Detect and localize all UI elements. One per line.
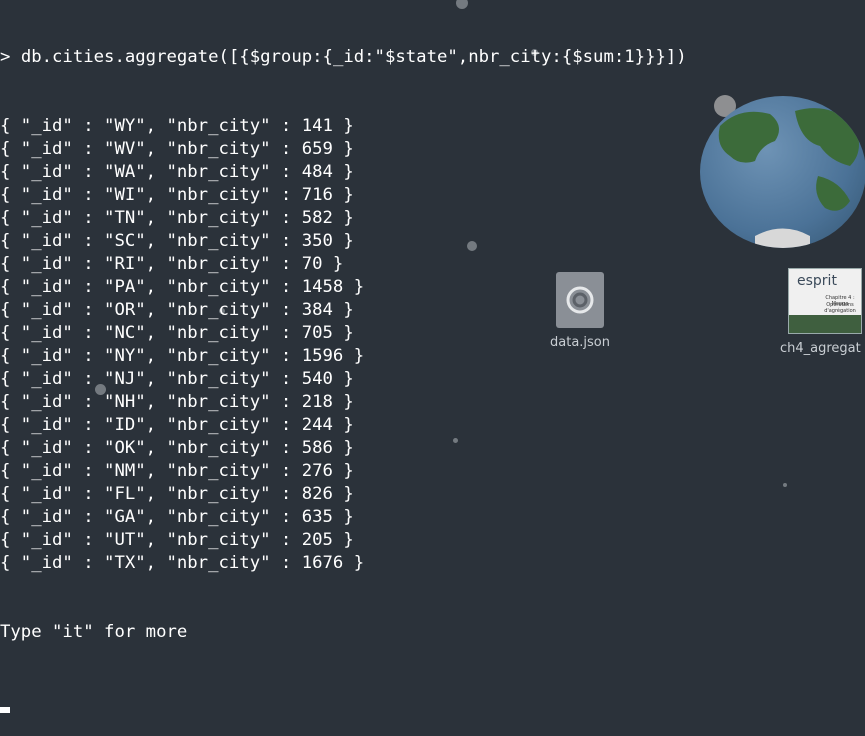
result-text: { "_id" : "NH", "nbr_city" : 218 } <box>0 392 354 412</box>
result-text: { "_id" : "TN", "nbr_city" : 582 } <box>0 208 354 228</box>
result-text: { "_id" : "NY", "nbr_city" : 1596 } <box>0 346 365 366</box>
result-text: { "_id" : "OK", "nbr_city" : 586 } <box>0 438 354 458</box>
result-row: { "_id" : "RI", "nbr_city" : 70 } <box>0 253 865 276</box>
result-row: { "_id" : "TX", "nbr_city" : 1676 } <box>0 552 865 575</box>
result-text: { "_id" : "NM", "nbr_city" : 276 } <box>0 461 354 481</box>
result-row: { "_id" : "NC", "nbr_city" : 705 } <box>0 322 865 345</box>
result-row: { "_id" : "SC", "nbr_city" : 350 } <box>0 230 865 253</box>
result-row: { "_id" : "WA", "nbr_city" : 484 } <box>0 161 865 184</box>
result-text: { "_id" : "NC", "nbr_city" : 705 } <box>0 323 354 343</box>
result-row: { "_id" : "OR", "nbr_city" : 384 } <box>0 299 865 322</box>
result-row: { "_id" : "TN", "nbr_city" : 582 } <box>0 207 865 230</box>
result-row: { "_id" : "NH", "nbr_city" : 218 } <box>0 391 865 414</box>
result-row: { "_id" : "UT", "nbr_city" : 205 } <box>0 529 865 552</box>
result-row: { "_id" : "FL", "nbr_city" : 826 } <box>0 483 865 506</box>
result-text: { "_id" : "WI", "nbr_city" : 716 } <box>0 185 354 205</box>
result-text: { "_id" : "TX", "nbr_city" : 1676 } <box>0 553 365 573</box>
command-text: db.cities.aggregate([{$group:{_id:"$stat… <box>20 47 687 67</box>
result-row: { "_id" : "GA", "nbr_city" : 635 } <box>0 506 865 529</box>
text-cursor <box>0 707 10 713</box>
input-line[interactable] <box>0 690 865 713</box>
prompt: > <box>0 47 21 67</box>
result-row: { "_id" : "NM", "nbr_city" : 276 } <box>0 460 865 483</box>
result-row: { "_id" : "OK", "nbr_city" : 586 } <box>0 437 865 460</box>
result-text: { "_id" : "FL", "nbr_city" : 826 } <box>0 484 354 504</box>
terminal-output[interactable]: > db.cities.aggregate([{$group:{_id:"$st… <box>0 0 865 713</box>
result-row: { "_id" : "WV", "nbr_city" : 659 } <box>0 138 865 161</box>
result-row: { "_id" : "NY", "nbr_city" : 1596 } <box>0 345 865 368</box>
result-text: { "_id" : "WY", "nbr_city" : 141 } <box>0 116 354 136</box>
result-row: { "_id" : "ID", "nbr_city" : 244 } <box>0 414 865 437</box>
result-text: { "_id" : "GA", "nbr_city" : 635 } <box>0 507 354 527</box>
result-text: { "_id" : "PA", "nbr_city" : 1458 } <box>0 277 365 297</box>
command-line: > db.cities.aggregate([{$group:{_id:"$st… <box>0 46 865 69</box>
result-row: { "_id" : "WI", "nbr_city" : 716 } <box>0 184 865 207</box>
results-list: { "_id" : "WY", "nbr_city" : 141 } { "_id… <box>0 115 865 575</box>
result-text: { "_id" : "WA", "nbr_city" : 484 } <box>0 162 354 182</box>
result-text: { "_id" : "UT", "nbr_city" : 205 } <box>0 530 354 550</box>
result-text: { "_id" : "RI", "nbr_city" : 70 } <box>0 254 344 274</box>
result-text: { "_id" : "NJ", "nbr_city" : 540 } <box>0 369 354 389</box>
result-text: { "_id" : "OR", "nbr_city" : 384 } <box>0 300 354 320</box>
result-text: { "_id" : "SC", "nbr_city" : 350 } <box>0 231 354 251</box>
result-row: { "_id" : "NJ", "nbr_city" : 540 } <box>0 368 865 391</box>
result-text: { "_id" : "WV", "nbr_city" : 659 } <box>0 139 354 159</box>
result-text: { "_id" : "ID", "nbr_city" : 244 } <box>0 415 354 435</box>
result-row: { "_id" : "WY", "nbr_city" : 141 } <box>0 115 865 138</box>
result-row: { "_id" : "PA", "nbr_city" : 1458 } <box>0 276 865 299</box>
more-hint: Type "it" for more <box>0 622 188 642</box>
